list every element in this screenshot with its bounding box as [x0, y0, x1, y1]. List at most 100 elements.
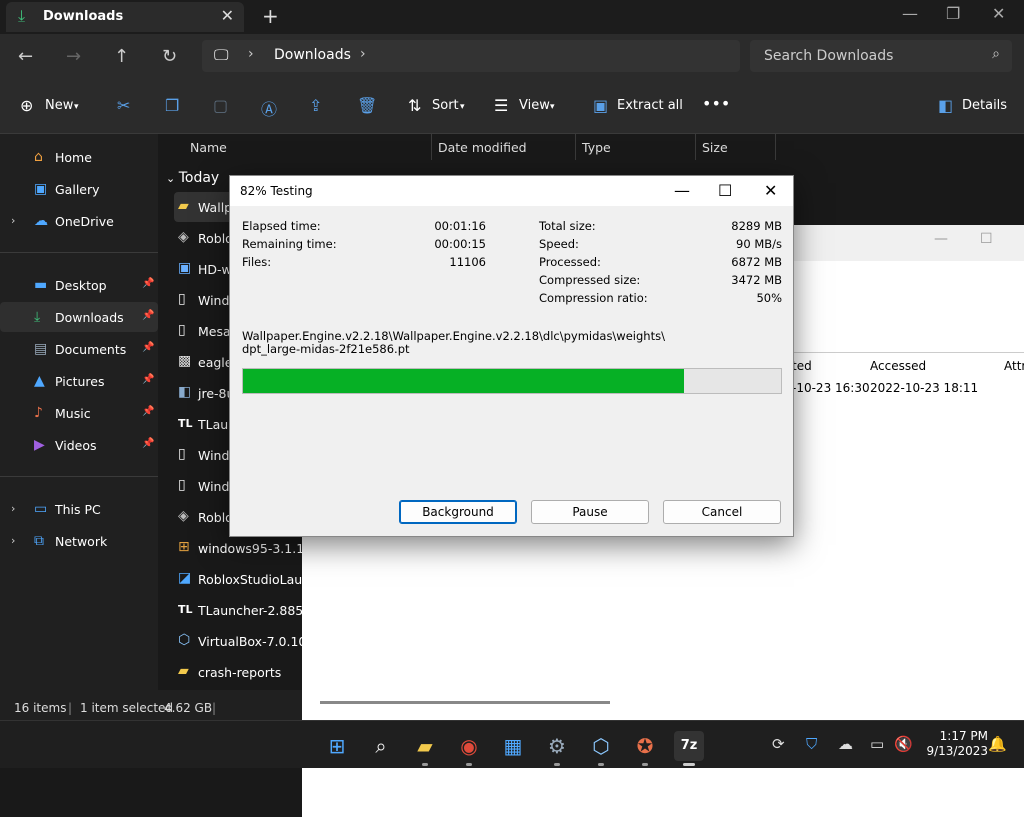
column-header-accessed[interactable]: Accessed — [870, 359, 926, 373]
elapsed-time-value: 00:01:16 — [434, 219, 486, 233]
column-divider[interactable] — [695, 134, 696, 160]
pin-icon[interactable]: 📌 — [142, 342, 154, 353]
sidebar-item-this-pc[interactable]: › ▭ This PC — [0, 494, 158, 524]
view-button[interactable]: View — [519, 98, 550, 113]
sidebar-item-desktop[interactable]: ▬ Desktop 📌 — [0, 270, 158, 300]
column-header-attributes[interactable]: Attr — [1004, 359, 1024, 373]
virtualbox-icon[interactable]: ⬡ — [586, 731, 616, 761]
pin-icon[interactable]: 📌 — [142, 278, 154, 289]
column-divider[interactable] — [575, 134, 576, 160]
security-shield-icon[interactable]: ⛉ — [806, 735, 817, 753]
mouse-cursor-icon: ↖ — [302, 594, 316, 613]
compression-ratio-value: 50% — [756, 291, 782, 305]
taskbar: ⊞ ⌕ ▰ ◉ ▦ ⚙ ⬡ ✪ 7z ⟳ ⛉ ☁ ▭ 🔇 1:17 PM 9/1… — [0, 720, 1024, 768]
volume-muted-icon[interactable]: 🔇 — [894, 735, 913, 753]
network-icon[interactable]: ▭ — [870, 735, 884, 753]
forward-icon[interactable]: → — [66, 46, 81, 67]
horizontal-scrollbar[interactable] — [320, 701, 610, 704]
settings-gear-icon[interactable]: ⚙ — [542, 731, 572, 761]
sidebar-item-label: Gallery — [55, 182, 100, 197]
expand-icon[interactable]: › — [11, 534, 15, 547]
cut-icon[interactable]: ✂ — [117, 96, 130, 115]
current-file-path: Wallpaper.Engine.v2.2.18\Wallpaper.Engin… — [242, 330, 782, 356]
compressed-size-value: 3472 MB — [731, 273, 782, 287]
column-header-date-modified[interactable]: Date modified — [438, 140, 527, 155]
maximize-icon[interactable]: ☐ — [980, 231, 993, 247]
search-input[interactable]: Search Downloads ⌕ — [750, 40, 1012, 72]
new-tab-icon[interactable]: + — [262, 4, 279, 28]
store-icon[interactable]: ▦ — [498, 731, 528, 761]
minimize-icon[interactable]: — — [674, 181, 690, 200]
sync-icon[interactable]: ⟳ — [772, 735, 785, 753]
clock[interactable]: 1:17 PM 9/13/2023 — [914, 729, 988, 759]
up-icon[interactable]: ↑ — [114, 46, 129, 67]
close-icon[interactable]: ✕ — [764, 181, 777, 200]
compression-ratio-label: Compression ratio: — [539, 291, 648, 305]
dialog-titlebar[interactable]: 82% Testing — ☐ ✕ — [230, 176, 793, 206]
sidebar-item-onedrive[interactable]: › ☁ OneDrive — [0, 206, 158, 236]
status-divider: | — [68, 701, 73, 715]
sidebar-item-documents[interactable]: ▤ Documents 📌 — [0, 334, 158, 364]
column-header-type[interactable]: Type — [582, 140, 611, 155]
breadcrumb-downloads[interactable]: Downloads — [274, 47, 351, 63]
close-window-icon[interactable]: ✕ — [992, 4, 1005, 23]
column-header-name[interactable]: Name — [190, 140, 227, 155]
sidebar-item-gallery[interactable]: ▣ Gallery — [0, 174, 158, 204]
app-icon: ▩ — [178, 353, 192, 369]
close-tab-icon[interactable]: ✕ — [221, 6, 234, 25]
minimize-icon[interactable]: — — [934, 231, 948, 247]
expand-icon[interactable]: › — [11, 214, 15, 227]
pin-icon[interactable]: 📌 — [142, 310, 154, 321]
address-bar[interactable]: 🖵 › Downloads › — [202, 40, 740, 72]
file-explorer-icon[interactable]: ▰ — [410, 731, 440, 761]
pin-icon[interactable]: 📌 — [142, 438, 154, 449]
onedrive-icon[interactable]: ☁ — [838, 735, 853, 753]
maximize-icon[interactable]: ☐ — [718, 181, 732, 200]
file-icon: ▯ — [178, 446, 186, 462]
app-icon[interactable]: ✪ — [630, 731, 660, 761]
share-icon[interactable]: ⇪ — [309, 96, 322, 115]
cancel-button[interactable]: Cancel — [663, 500, 781, 524]
sidebar-item-videos[interactable]: ▶ Videos 📌 — [0, 430, 158, 460]
chevron-right-icon[interactable]: › — [248, 46, 254, 62]
running-indicator — [422, 763, 428, 766]
copy-icon[interactable]: ❐ — [165, 96, 179, 115]
extract-all-button[interactable]: Extract all — [617, 98, 683, 113]
running-indicator — [466, 763, 472, 766]
column-divider[interactable] — [775, 134, 776, 160]
sidebar-item-music[interactable]: ♪ Music 📌 — [0, 398, 158, 428]
new-button[interactable]: New — [45, 98, 73, 113]
background-button[interactable]: Background — [399, 500, 517, 524]
sidebar-item-home[interactable]: ⌂ Home — [0, 142, 158, 172]
column-divider[interactable] — [431, 134, 432, 160]
sort-button[interactable]: Sort — [432, 98, 459, 113]
minimize-icon[interactable]: — — [902, 4, 918, 23]
search-icon[interactable]: ⌕ — [366, 731, 396, 761]
chrome-icon[interactable]: ◉ — [454, 731, 484, 761]
videos-icon: ▶ — [34, 437, 45, 453]
sidebar-item-pictures[interactable]: ▲ Pictures 📌 — [0, 366, 158, 396]
pin-icon[interactable]: 📌 — [142, 374, 154, 385]
rename-icon[interactable]: Ⓐ — [261, 96, 277, 120]
chevron-right-icon[interactable]: › — [360, 46, 366, 62]
column-header-size[interactable]: Size — [702, 140, 728, 155]
group-header-today[interactable]: ⌄ Today — [166, 170, 219, 186]
pause-button[interactable]: Pause — [531, 500, 649, 524]
details-button[interactable]: Details — [962, 98, 1007, 113]
pin-icon[interactable]: 📌 — [142, 406, 154, 417]
expand-icon[interactable]: › — [11, 502, 15, 515]
restore-icon[interactable]: ❐ — [946, 4, 960, 23]
paste-icon[interactable]: ▢ — [213, 96, 228, 115]
more-options-icon[interactable]: ••• — [702, 94, 730, 113]
sidebar-item-downloads[interactable]: ⤓ Downloads 📌 — [0, 302, 158, 332]
back-icon[interactable]: ← — [18, 46, 33, 67]
tab-downloads[interactable]: ⤓ Downloads ✕ — [6, 2, 244, 32]
sidebar-item-label: Pictures — [55, 374, 105, 389]
delete-icon[interactable]: 🗑 — [357, 96, 377, 115]
column-header-created[interactable]: ted — [792, 359, 812, 373]
start-windows-icon[interactable]: ⊞ — [322, 731, 352, 761]
sidebar-item-network[interactable]: › ⧉ Network — [0, 526, 158, 556]
notifications-bell-icon[interactable]: 🔔 — [988, 735, 1007, 753]
refresh-icon[interactable]: ↻ — [162, 46, 177, 67]
seven-zip-icon[interactable]: 7z — [674, 731, 704, 761]
